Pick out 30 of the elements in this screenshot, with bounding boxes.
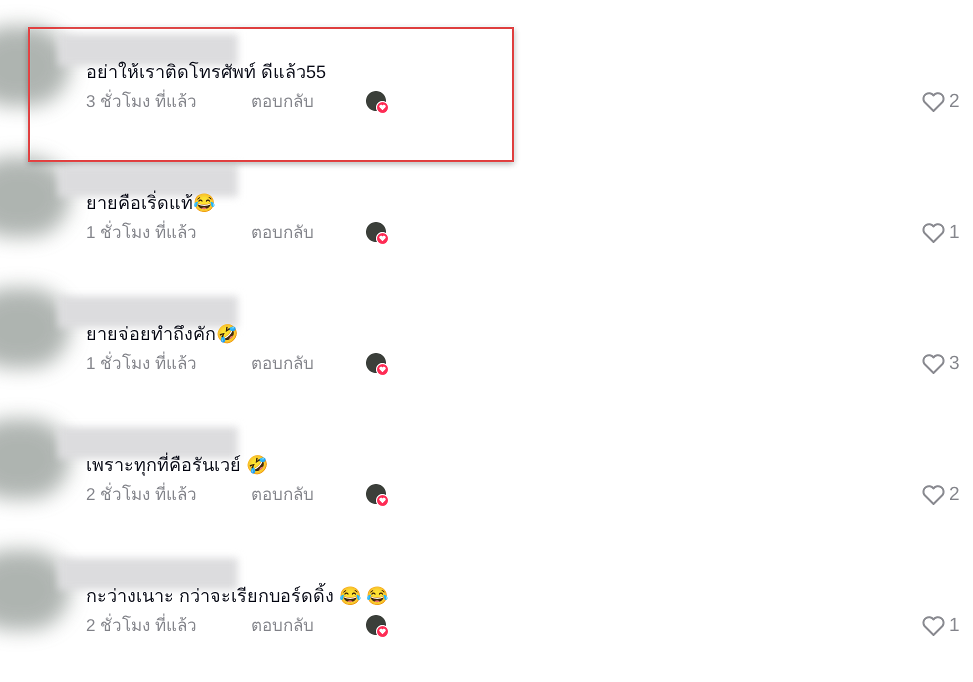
- reply-button[interactable]: ตอบกลับ: [251, 221, 366, 245]
- like-count: 1: [949, 614, 961, 638]
- comment-time: 2 ชั่วโมง ที่แล้ว: [86, 483, 251, 507]
- like-count: 1: [949, 221, 961, 245]
- reply-button[interactable]: ตอบกลับ: [251, 90, 366, 114]
- reply-button[interactable]: ตอบกลับ: [251, 614, 366, 638]
- comment-text: เพราะทุกที่คือรันเวย์ 🤣: [86, 453, 388, 477]
- creator-liked-avatar-icon: [366, 222, 388, 244]
- comment-text: อย่าให้เราติดโทรศัพท์ ดีแล้ว55: [86, 60, 328, 84]
- comment-time: 1 ชั่วโมง ที่แล้ว: [86, 352, 251, 376]
- creator-liked-avatar-icon: [366, 91, 388, 113]
- like-count: 2: [949, 483, 961, 507]
- comment-text: กะว่างเนาะ กว่าจะเรียกบอร์ดดิ้ง 😂 😂: [86, 584, 388, 608]
- like-count: 3: [949, 352, 961, 376]
- creator-liked-avatar-icon: [366, 615, 388, 637]
- heart-icon[interactable]: [921, 484, 946, 506]
- comment-time: 2 ชั่วโมง ที่แล้ว: [86, 614, 251, 638]
- comment-time: 3 ชั่วโมง ที่แล้ว: [86, 90, 251, 114]
- heart-icon[interactable]: [921, 353, 946, 376]
- comment-time: 1 ชั่วโมง ที่แล้ว: [86, 221, 251, 245]
- heart-icon[interactable]: [921, 615, 946, 638]
- heart-icon[interactable]: [921, 222, 946, 244]
- reply-button[interactable]: ตอบกลับ: [251, 483, 366, 507]
- creator-liked-avatar-icon: [366, 484, 388, 506]
- comment-text: ยายคือเริ่ดแท้😂: [86, 191, 388, 215]
- like-count: 2: [949, 90, 961, 114]
- heart-icon[interactable]: [921, 91, 946, 114]
- reply-button[interactable]: ตอบกลับ: [251, 352, 366, 376]
- creator-liked-avatar-icon: [366, 353, 388, 375]
- comment-text: ยายจ่อยทำถึงคัก🤣: [86, 323, 239, 346]
